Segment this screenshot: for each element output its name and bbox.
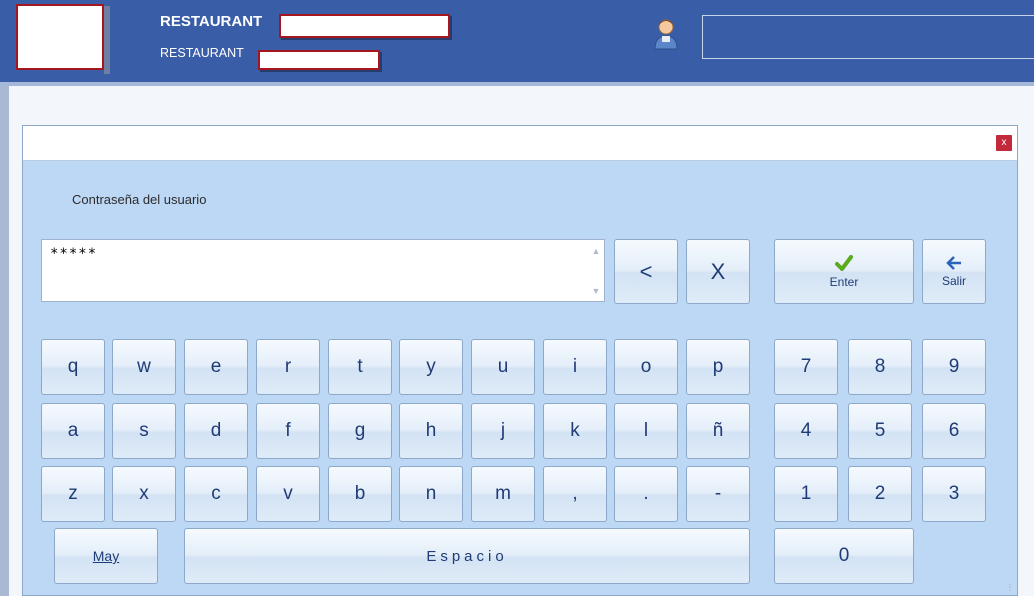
key-u[interactable]: u	[471, 339, 535, 395]
key-t[interactable]: t	[328, 339, 392, 395]
header-divider	[0, 82, 1034, 86]
password-prompt: Contraseña del usuario	[72, 192, 207, 207]
key-j[interactable]: j	[471, 403, 535, 459]
key-n[interactable]: n	[399, 466, 463, 522]
key-period[interactable]: .	[614, 466, 678, 522]
redacted-subname	[258, 50, 380, 70]
key-f[interactable]: f	[256, 403, 320, 459]
key-w[interactable]: w	[112, 339, 176, 395]
key-o[interactable]: o	[614, 339, 678, 395]
left-border	[0, 86, 9, 596]
key-i[interactable]: i	[543, 339, 607, 395]
shift-label: May	[92, 548, 120, 564]
password-dialog: x Contraseña del usuario ***** ▲ ▼ < X E…	[22, 125, 1018, 596]
key-8[interactable]: 8	[848, 339, 912, 395]
shift-key[interactable]: May	[54, 528, 158, 584]
backspace-key[interactable]: <	[614, 239, 678, 304]
key-5[interactable]: 5	[848, 403, 912, 459]
key-7[interactable]: 7	[774, 339, 838, 395]
key-9[interactable]: 9	[922, 339, 986, 395]
key-2[interactable]: 2	[848, 466, 912, 522]
key-z[interactable]: z	[41, 466, 105, 522]
exit-key[interactable]: Salir	[922, 239, 986, 304]
key-m[interactable]: m	[471, 466, 535, 522]
restaurant-title: RESTAURANT	[160, 13, 263, 30]
space-key[interactable]: Espacio	[184, 528, 750, 584]
logo-shadow	[104, 6, 110, 74]
key-4[interactable]: 4	[774, 403, 838, 459]
key-enye[interactable]: ñ	[686, 403, 750, 459]
key-e[interactable]: e	[184, 339, 248, 395]
key-x[interactable]: x	[112, 466, 176, 522]
close-button[interactable]: x	[996, 135, 1012, 151]
checkmark-icon	[835, 254, 853, 271]
exit-label: Salir	[941, 273, 966, 288]
key-r[interactable]: r	[256, 339, 320, 395]
key-v[interactable]: v	[256, 466, 320, 522]
key-0[interactable]: 0	[774, 528, 914, 584]
key-l[interactable]: l	[614, 403, 678, 459]
key-3[interactable]: 3	[922, 466, 986, 522]
key-q[interactable]: q	[41, 339, 105, 395]
key-comma[interactable]: ,	[543, 466, 607, 522]
scroll-down-icon[interactable]: ▼	[590, 286, 602, 296]
key-a[interactable]: a	[41, 403, 105, 459]
scroll-up-icon[interactable]: ▲	[590, 246, 602, 256]
enter-label: Enter	[829, 274, 859, 289]
dialog-titlebar: x	[23, 126, 1017, 161]
user-field[interactable]	[702, 15, 1034, 59]
password-field[interactable]: ***** ▲ ▼	[41, 239, 605, 302]
restaurant-subtitle: RESTAURANT	[160, 46, 244, 60]
key-s[interactable]: s	[112, 403, 176, 459]
key-dash[interactable]: -	[686, 466, 750, 522]
redacted-name	[279, 14, 450, 38]
key-d[interactable]: d	[184, 403, 248, 459]
key-g[interactable]: g	[328, 403, 392, 459]
key-1[interactable]: 1	[774, 466, 838, 522]
restaurant-logo	[16, 4, 104, 70]
user-icon[interactable]	[653, 17, 679, 51]
arrow-left-icon	[946, 255, 961, 270]
resize-grip-icon[interactable]: ⋮	[1006, 583, 1014, 592]
key-p[interactable]: p	[686, 339, 750, 395]
key-y[interactable]: y	[399, 339, 463, 395]
password-value: *****	[50, 246, 98, 262]
clear-key[interactable]: X	[686, 239, 750, 304]
key-k[interactable]: k	[543, 403, 607, 459]
key-h[interactable]: h	[399, 403, 463, 459]
enter-key[interactable]: Enter	[774, 239, 914, 304]
key-6[interactable]: 6	[922, 403, 986, 459]
key-b[interactable]: b	[328, 466, 392, 522]
key-c[interactable]: c	[184, 466, 248, 522]
